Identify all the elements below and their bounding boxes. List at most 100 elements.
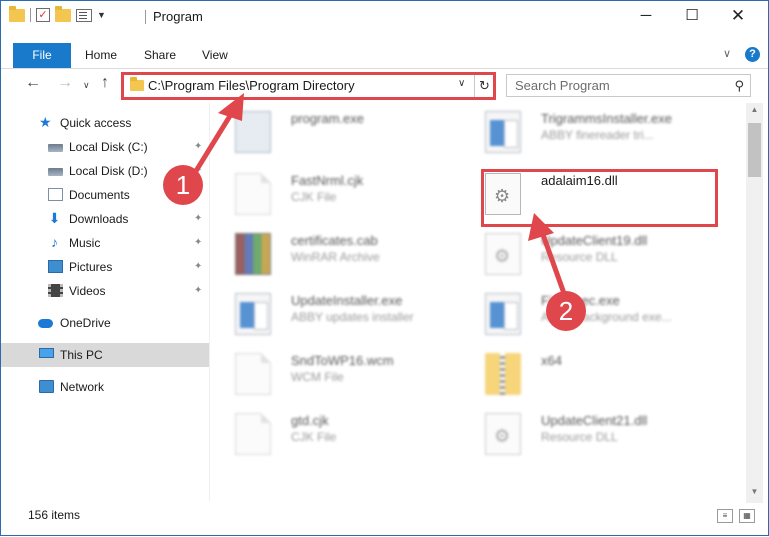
tab-home[interactable]: Home (85, 43, 117, 68)
file-type: Resource DLL (541, 430, 618, 444)
navigation-pane: ★ Quick access Local Disk (C:) ✦ Local D… (1, 103, 210, 501)
file-type: WCM File (291, 370, 344, 384)
item-count: 156 items (28, 508, 81, 522)
tab-file[interactable]: File (13, 43, 71, 68)
file-type: Resource DLL (541, 250, 618, 264)
new-folder-icon[interactable] (55, 5, 71, 22)
address-path[interactable]: C:\Program Files\Program Directory (148, 78, 355, 93)
scroll-down-arrow-icon[interactable]: ▼ (746, 487, 763, 501)
pin-icon[interactable]: ✦ (194, 231, 202, 255)
star-icon: ★ (39, 114, 52, 130)
step-1-badge: 1 (163, 165, 203, 205)
sidebar-item-this-pc[interactable]: This PC (1, 343, 209, 367)
gear-icon: ⚙ (494, 246, 511, 266)
sidebar-item-pictures[interactable]: Pictures ✦ (1, 255, 209, 279)
status-bar: 156 items ≡ ▦ (1, 503, 768, 535)
file-name: gtd.cjk (291, 413, 329, 428)
exe-file-icon (235, 293, 271, 335)
refresh-icon[interactable]: ↻ (474, 75, 494, 97)
back-arrow-icon[interactable]: ← (25, 74, 41, 92)
tab-share[interactable]: Share (144, 43, 176, 68)
sidebar-item-downloads[interactable]: ⬇ Downloads ✦ (1, 207, 209, 231)
recent-locations-chevron-icon[interactable]: ∨ (83, 80, 90, 91)
file-type: CJK File (291, 190, 337, 204)
tab-view[interactable]: View (202, 43, 228, 68)
address-folder-icon (130, 77, 144, 91)
document-file-icon (235, 173, 271, 215)
file-item[interactable]: certificates.cab WinRAR Archive (211, 225, 451, 277)
sidebar-item-videos[interactable]: Videos ✦ (1, 279, 209, 303)
address-path-area[interactable]: C:\Program Files\Program Directory ∨ (124, 75, 474, 97)
dll-file-icon: ⚙ (485, 413, 521, 455)
file-item[interactable]: x64 (461, 345, 701, 397)
pictures-icon (48, 260, 63, 273)
details-view-icon[interactable]: ≡ (717, 509, 733, 523)
maximize-button[interactable]: ☐ (669, 1, 715, 31)
exe-file-icon (485, 293, 521, 335)
sidebar-item-onedrive[interactable]: OneDrive (1, 311, 209, 335)
file-item[interactable]: UpdateInstaller.exe ABBY updates install… (211, 285, 451, 337)
sidebar-item-local-disk-c[interactable]: Local Disk (C:) ✦ (1, 135, 209, 159)
file-name: SndToWP16.wcm (291, 353, 394, 368)
pin-icon[interactable]: ✦ (194, 135, 202, 159)
computer-icon (39, 348, 54, 358)
search-input[interactable] (507, 75, 727, 96)
forward-arrow-icon[interactable]: → (57, 74, 73, 92)
sidebar-item-quick-access[interactable]: ★ Quick access (1, 111, 209, 135)
cloud-icon (38, 319, 53, 328)
sidebar-item-label: Pictures (69, 260, 113, 274)
sidebar-item-label: Downloads (69, 212, 129, 226)
network-icon (39, 380, 54, 393)
customize-toolbar-chevron-icon[interactable]: ▼ (97, 10, 106, 20)
scroll-thumb[interactable] (748, 123, 761, 177)
file-item[interactable]: program.exe (211, 103, 451, 155)
navigation-bar: ← → ∨ ↑ C:\Program Files\Program Directo… (1, 69, 768, 103)
sidebar-item-label: Videos (69, 284, 106, 298)
drive-icon (48, 168, 63, 176)
large-icons-view-icon[interactable]: ▦ (739, 509, 755, 523)
address-dropdown-chevron-icon[interactable]: ∨ (458, 78, 465, 89)
music-icon: ♪ (51, 234, 58, 250)
explorer-window: ✓ ▼ Program ─ ☐ ✕ File Home Share View ∨… (0, 0, 769, 536)
scroll-up-arrow-icon[interactable]: ▲ (746, 105, 763, 119)
sidebar-item-label: OneDrive (60, 316, 111, 330)
file-name: FastNrml.cjk (291, 173, 364, 188)
minimize-button[interactable]: ─ (623, 1, 669, 31)
address-bar[interactable]: C:\Program Files\Program Directory ∨ ↻ (121, 72, 496, 100)
properties-icon[interactable] (76, 8, 92, 22)
pin-icon[interactable]: ✦ (194, 279, 202, 303)
search-icon[interactable]: ⚲ (734, 78, 744, 94)
exe-file-icon (485, 111, 521, 153)
expand-ribbon-chevron-icon[interactable]: ∨ (723, 47, 731, 60)
search-box[interactable]: ⚲ (506, 74, 751, 97)
toolbar-separator (30, 8, 31, 22)
pin-icon[interactable]: ✦ (194, 255, 202, 279)
checkbox-properties-icon[interactable]: ✓ (36, 8, 50, 22)
file-item[interactable]: gtd.cjk CJK File (211, 405, 451, 457)
file-name: program.exe (291, 111, 364, 126)
sidebar-item-label: Documents (69, 188, 130, 202)
file-item[interactable]: FastNrml.cjk CJK File (211, 165, 451, 217)
file-item[interactable]: ⚙ UpdateClient21.dll Resource DLL (461, 405, 701, 457)
vertical-scrollbar[interactable]: ▲ ▼ (746, 103, 763, 503)
sidebar-item-label: Local Disk (D:) (69, 164, 148, 178)
pin-icon[interactable]: ✦ (194, 207, 202, 231)
file-type: ABBY finereader tri... (541, 128, 654, 142)
title-separator (145, 10, 146, 24)
file-item[interactable]: TrigrammsInstaller.exe ABBY finereader t… (461, 103, 701, 155)
file-type: ABBY updates installer (291, 310, 414, 324)
window-title: Program (153, 9, 203, 24)
up-arrow-icon[interactable]: ↑ (101, 74, 109, 92)
sidebar-item-network[interactable]: Network (1, 375, 209, 399)
help-icon[interactable]: ? (745, 47, 760, 62)
file-name: UpdateInstaller.exe (291, 293, 403, 308)
sidebar-item-music[interactable]: ♪ Music ✦ (1, 231, 209, 255)
close-button[interactable]: ✕ (715, 1, 761, 31)
file-name: TrigrammsInstaller.exe (541, 111, 672, 126)
file-item[interactable]: SndToWP16.wcm WCM File (211, 345, 451, 397)
file-list: program.exe TrigrammsInstaller.exe ABBY … (211, 103, 745, 501)
folder-icon[interactable] (9, 5, 25, 22)
title-bar: ✓ ▼ Program ─ ☐ ✕ (1, 1, 768, 33)
highlight-box (481, 169, 718, 227)
file-item[interactable]: ⚙ UpdateClient19.dll Resource DLL (461, 225, 701, 277)
